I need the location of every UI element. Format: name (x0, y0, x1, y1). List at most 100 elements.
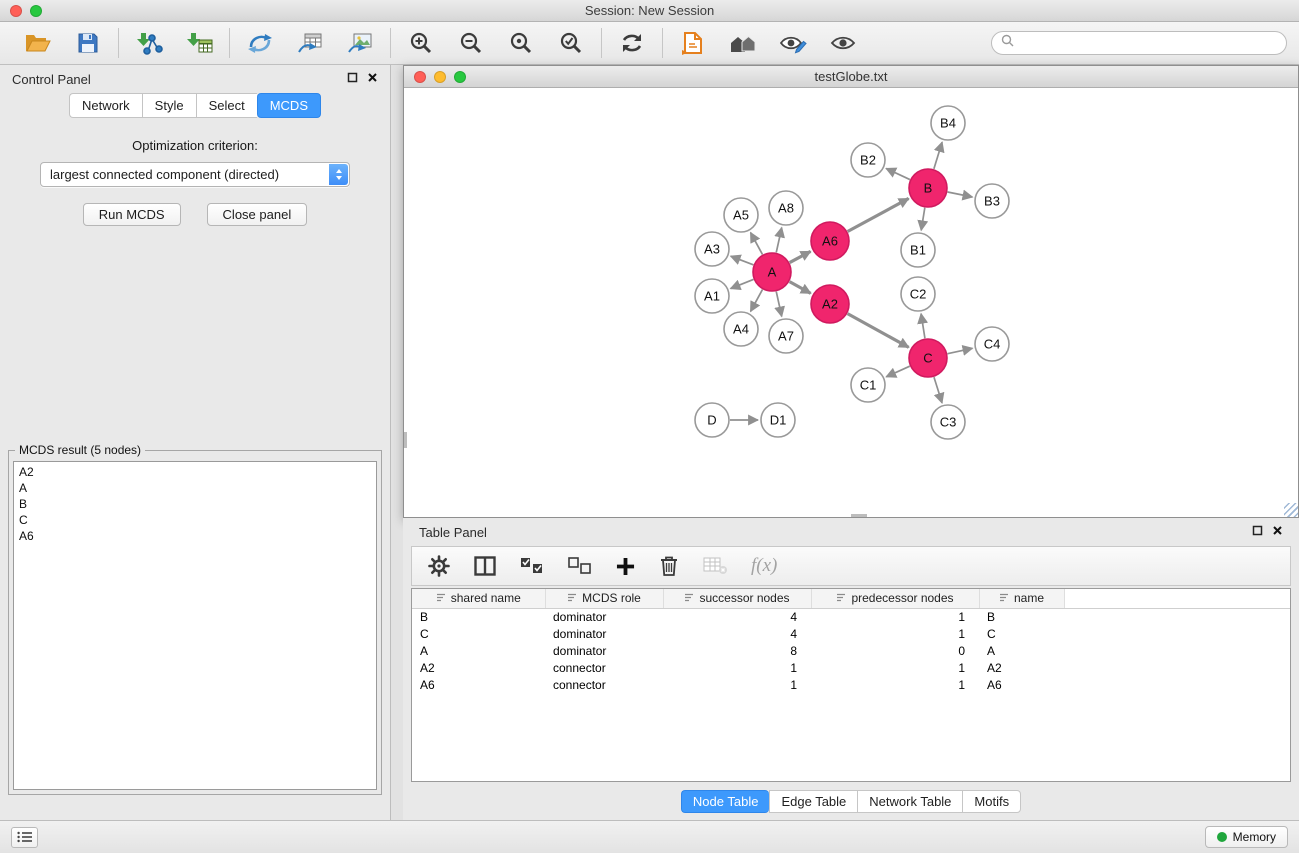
float-window-icon[interactable] (1252, 523, 1263, 541)
edge-A-A4[interactable] (751, 290, 763, 312)
cell[interactable]: 8 (663, 643, 811, 660)
add-icon[interactable] (616, 557, 635, 576)
node-C2[interactable]: C2 (901, 277, 935, 311)
list-icon[interactable] (11, 827, 38, 848)
zoom-selected-icon[interactable] (553, 27, 589, 59)
zoom-fit-icon[interactable] (503, 27, 539, 59)
zoom-out-icon[interactable] (453, 27, 489, 59)
table-row[interactable]: Adominator80A (412, 643, 1290, 660)
vertical-scrollbar[interactable] (404, 432, 407, 448)
network-graph[interactable]: B4B2BB3A5A8A6B1A3AC2A1A2A4A7C4CC1C3DD1 (404, 88, 1298, 517)
cell[interactable]: B (412, 608, 545, 626)
cell[interactable]: 4 (663, 626, 811, 643)
edge-C-C2[interactable] (921, 314, 925, 338)
cell[interactable]: A6 (979, 677, 1064, 694)
edge-A-A7[interactable] (776, 292, 781, 317)
node-A7[interactable]: A7 (769, 319, 803, 353)
minimize-window-button[interactable] (434, 71, 446, 83)
close-panel-button[interactable]: Close panel (207, 203, 308, 226)
tab-select[interactable]: Select (196, 93, 257, 118)
cell[interactable]: 1 (663, 660, 811, 677)
tab-style[interactable]: Style (142, 93, 196, 118)
search-input[interactable] (1020, 36, 1277, 50)
export-image-icon[interactable] (342, 27, 378, 59)
deselect-all-icon[interactable] (568, 557, 592, 575)
horizontal-scrollbar[interactable] (851, 514, 867, 517)
edge-A-A2[interactable] (790, 282, 811, 294)
delete-icon[interactable] (659, 555, 679, 577)
node-A3[interactable]: A3 (695, 232, 729, 266)
node-B1[interactable]: B1 (901, 233, 935, 267)
node-A8[interactable]: A8 (769, 191, 803, 225)
close-icon[interactable] (1272, 523, 1283, 541)
edge-B-B1[interactable] (921, 208, 925, 231)
new-network-icon[interactable] (242, 27, 278, 59)
node-A[interactable]: A (753, 253, 791, 291)
close-window-button[interactable] (414, 71, 426, 83)
export-table-icon[interactable] (292, 27, 328, 59)
table-row[interactable]: A6connector11A6 (412, 677, 1290, 694)
column-header-shared-name[interactable]: shared name (412, 589, 545, 608)
search-box[interactable] (991, 31, 1287, 55)
list-item[interactable]: A6 (19, 528, 371, 544)
node-C[interactable]: C (909, 339, 947, 377)
zoom-window-button[interactable] (454, 71, 466, 83)
node-A4[interactable]: A4 (724, 312, 758, 346)
cell[interactable]: C (412, 626, 545, 643)
document-icon[interactable] (675, 27, 711, 59)
list-item[interactable]: B (19, 496, 371, 512)
table-row[interactable]: A2connector11A2 (412, 660, 1290, 677)
column-header-predecessor-nodes[interactable]: predecessor nodes (811, 589, 979, 608)
cell[interactable]: 1 (811, 677, 979, 694)
edge-B-B3[interactable] (948, 192, 973, 197)
cell[interactable]: connector (545, 677, 663, 694)
mcds-result-list[interactable]: A2ABCA6 (13, 461, 377, 790)
edge-A6-B[interactable] (848, 198, 909, 231)
node-A2[interactable]: A2 (811, 285, 849, 323)
memory-button[interactable]: Memory (1205, 826, 1288, 848)
list-item[interactable]: A2 (19, 464, 371, 480)
cell[interactable]: 1 (811, 608, 979, 626)
list-item[interactable]: A (19, 480, 371, 496)
tab-network[interactable]: Network (69, 93, 142, 118)
cell[interactable]: A (979, 643, 1064, 660)
cell[interactable]: 1 (811, 626, 979, 643)
optimization-criterion-dropdown[interactable]: largest connected component (directed) (40, 162, 350, 187)
node-D[interactable]: D (695, 403, 729, 437)
table-row[interactable]: Bdominator41B (412, 608, 1290, 626)
cell[interactable]: C (979, 626, 1064, 643)
cell[interactable]: 1 (663, 677, 811, 694)
cell[interactable]: B (979, 608, 1064, 626)
import-table-icon[interactable] (181, 27, 217, 59)
node-C4[interactable]: C4 (975, 327, 1009, 361)
node-A6[interactable]: A6 (811, 222, 849, 260)
node-B3[interactable]: B3 (975, 184, 1009, 218)
tab-network-table[interactable]: Network Table (857, 790, 962, 813)
edge-C-C1[interactable] (886, 366, 910, 377)
node-A1[interactable]: A1 (695, 279, 729, 313)
edge-A-A8[interactable] (776, 228, 781, 253)
resize-grip[interactable] (1284, 503, 1298, 517)
tab-edge-table[interactable]: Edge Table (769, 790, 857, 813)
edge-A-A1[interactable] (731, 279, 754, 288)
cell[interactable]: 0 (811, 643, 979, 660)
node-B2[interactable]: B2 (851, 143, 885, 177)
float-window-icon[interactable] (347, 70, 358, 88)
edge-C-C4[interactable] (948, 348, 973, 353)
cell[interactable]: A2 (412, 660, 545, 677)
cell[interactable]: dominator (545, 626, 663, 643)
cell[interactable]: A2 (979, 660, 1064, 677)
close-icon[interactable] (367, 70, 378, 88)
save-icon[interactable] (70, 27, 106, 59)
zoom-in-icon[interactable] (403, 27, 439, 59)
node-D1[interactable]: D1 (761, 403, 795, 437)
select-all-icon[interactable] (520, 557, 544, 575)
table-row[interactable]: Cdominator41C (412, 626, 1290, 643)
cell[interactable]: dominator (545, 643, 663, 660)
edge-A-A3[interactable] (731, 256, 754, 265)
home-icon[interactable] (725, 27, 761, 59)
tab-mcds[interactable]: MCDS (257, 93, 321, 118)
node-B4[interactable]: B4 (931, 106, 965, 140)
columns-icon[interactable] (474, 556, 496, 576)
node-C1[interactable]: C1 (851, 368, 885, 402)
